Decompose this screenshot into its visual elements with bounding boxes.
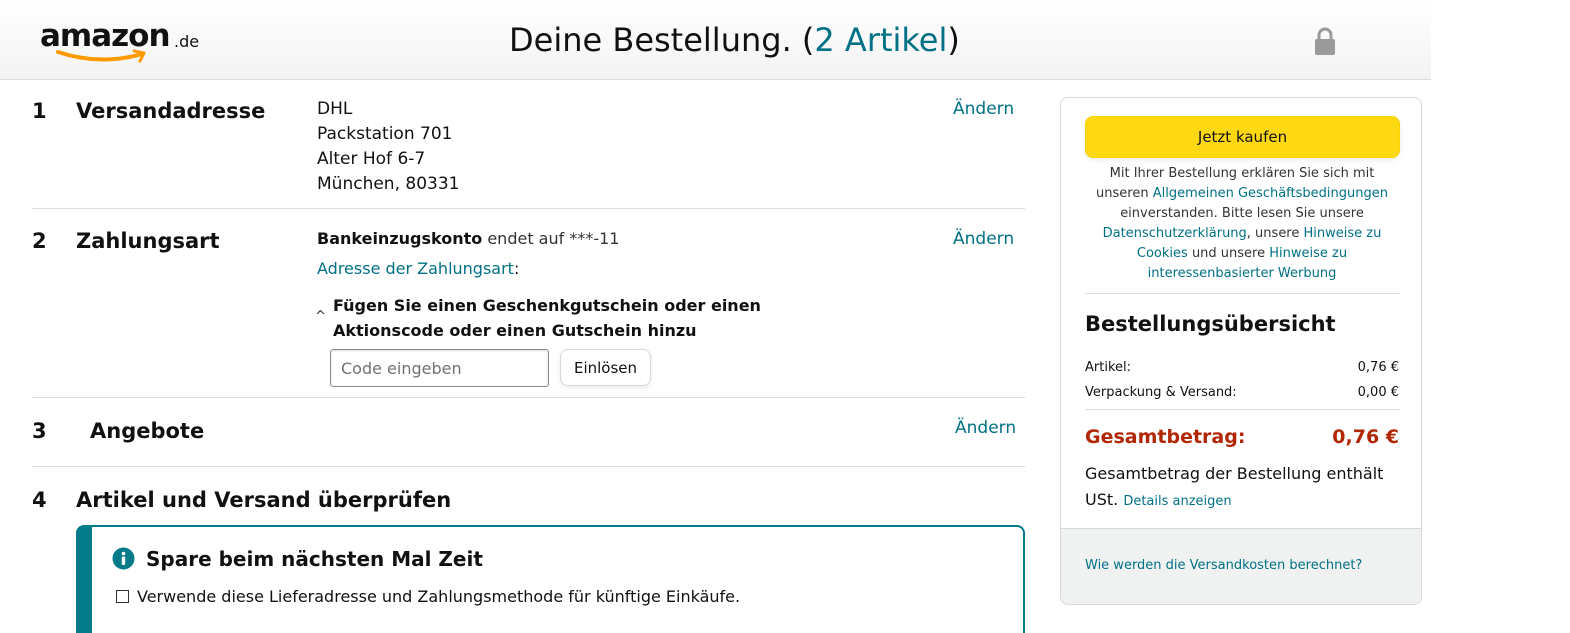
summary-row-value: 0,76 € xyxy=(1357,360,1399,375)
sidebar-divider xyxy=(1085,293,1400,294)
payment-section-title: Zahlungsart xyxy=(76,229,220,253)
logo-smile-icon xyxy=(56,49,146,63)
legal-text: einverstanden. Bitte lesen Sie unsere xyxy=(1120,206,1364,221)
billing-address-label[interactable]: Adresse der Zahlungsart xyxy=(317,259,514,278)
summary-row-label: Artikel: xyxy=(1085,360,1132,375)
payment-method-name: Bankeinzugskonto xyxy=(317,229,483,248)
billing-address-colon: : xyxy=(513,259,520,278)
section-divider xyxy=(32,466,1025,467)
voucher-toggle-heading[interactable]: Fügen Sie einen Geschenkgutschein oder e… xyxy=(333,293,853,343)
sidebar-footer: Wie werden die Versandkosten berechnet? xyxy=(1061,528,1421,604)
payment-ending-text: endet auf xyxy=(487,229,565,248)
logo-tld: .de xyxy=(174,32,200,51)
buy-now-button[interactable]: Jetzt kaufen xyxy=(1085,116,1400,158)
billing-address-link[interactable]: Adresse der Zahlungsart: xyxy=(317,259,519,278)
payment-account-suffix: ***-11 xyxy=(569,229,620,248)
address-line: Alter Hof 6-7 xyxy=(317,149,426,169)
amazon-logo[interactable]: amazon .de xyxy=(40,18,210,68)
section-number-offers: 3 xyxy=(32,419,47,443)
lock-icon xyxy=(1315,27,1335,55)
summary-row-label: Verpackung & Versand: xyxy=(1085,385,1237,400)
section-number-payment: 2 xyxy=(32,229,47,253)
legal-notice: Mit Ihrer Bestellung erklären Sie sich m… xyxy=(1083,164,1401,284)
order-total-label: Gesamtbetrag: xyxy=(1085,426,1246,448)
shipping-cost-link[interactable]: Wie werden die Versandkosten berechnet? xyxy=(1085,558,1362,573)
terms-link[interactable]: Allgemeinen Geschäftsbedingungen xyxy=(1153,186,1388,201)
address-line: Packstation 701 xyxy=(317,124,453,144)
voucher-code-input[interactable] xyxy=(330,349,549,387)
collapse-caret-icon[interactable]: ^ xyxy=(315,309,326,324)
redeem-button[interactable]: Einlösen xyxy=(560,349,651,386)
page-title: Deine Bestellung. (2 Artikel) xyxy=(509,21,960,59)
checkbox-label[interactable]: Verwende diese Lieferadresse und Zahlung… xyxy=(137,587,740,606)
address-line: DHL xyxy=(317,99,353,119)
page-title-suffix: ) xyxy=(947,21,960,59)
item-count-link[interactable]: 2 Artikel xyxy=(814,21,947,59)
section-number-shipping: 1 xyxy=(32,99,47,123)
order-summary-title: Bestellungsübersicht xyxy=(1085,312,1336,336)
vat-notice: Gesamtbetrag der Bestellung enthält USt.… xyxy=(1085,461,1405,515)
checkbox-square[interactable] xyxy=(116,590,129,603)
section-divider xyxy=(32,208,1025,209)
order-summary-panel: Jetzt kaufen Mit Ihrer Bestellung erklär… xyxy=(1060,97,1422,605)
checkout-header: amazon .de Deine Bestellung. (2 Artikel) xyxy=(0,0,1431,80)
info-box-title: Spare beim nächsten Mal Zeit xyxy=(146,547,483,571)
details-link[interactable]: Details anzeigen xyxy=(1123,494,1231,509)
section-number-review: 4 xyxy=(32,488,47,512)
legal-text: , unsere xyxy=(1246,226,1304,241)
save-preferences-checkbox[interactable]: Verwende diese Lieferadresse und Zahlung… xyxy=(116,587,740,606)
page-title-text: Deine Bestellung. ( xyxy=(509,21,815,59)
review-section-title: Artikel und Versand überprüfen xyxy=(76,488,452,512)
privacy-link[interactable]: Datenschutzerklärung xyxy=(1103,226,1247,241)
change-shipping-link[interactable]: Ändern xyxy=(953,99,1014,119)
payment-method: Bankeinzugskonto endet auf ***-11 xyxy=(317,229,619,248)
section-divider xyxy=(32,397,1025,398)
shipping-section-title: Versandadresse xyxy=(76,99,266,123)
change-payment-link[interactable]: Ändern xyxy=(953,229,1014,249)
sidebar-divider xyxy=(1085,409,1400,410)
save-time-info-box xyxy=(76,525,1025,633)
address-line: München, 80331 xyxy=(317,174,460,194)
info-icon xyxy=(112,547,135,570)
legal-text: und unsere xyxy=(1187,246,1270,261)
change-offers-link[interactable]: Ändern xyxy=(955,418,1016,438)
summary-row-value: 0,00 € xyxy=(1357,385,1399,400)
order-total-value: 0,76 € xyxy=(1332,426,1399,448)
offers-section-title: Angebote xyxy=(90,419,205,443)
